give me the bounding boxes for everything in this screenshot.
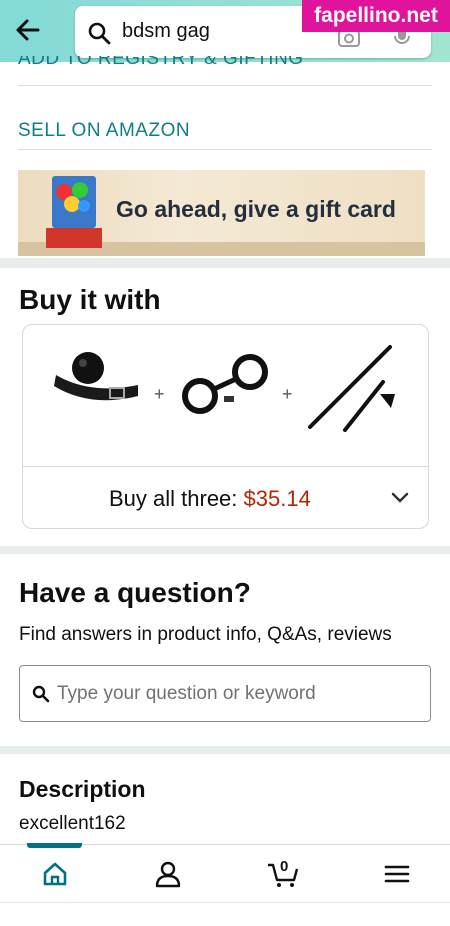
description-title: Description: [19, 776, 146, 802]
question-search-input[interactable]: Type your question or keyword: [19, 665, 431, 722]
divider: [18, 149, 432, 150]
section-separator: [0, 546, 450, 554]
buy-all-label: Buy all three:: [109, 486, 244, 511]
active-tab-indicator: [27, 843, 82, 848]
menu-icon[interactable]: [382, 859, 412, 889]
question-title: Have a question?: [19, 577, 251, 608]
buy-it-with-title: Buy it with: [19, 284, 161, 315]
divider: [18, 85, 432, 86]
card-divider: [23, 466, 428, 467]
plus-sign: +: [282, 384, 293, 404]
registry-link-label: ADD TO REGISTRY & GIFTING: [18, 56, 304, 69]
home-icon[interactable]: [40, 859, 70, 889]
description-text: excellent162: [19, 813, 126, 834]
question-placeholder: Type your question or keyword: [57, 683, 316, 704]
section-separator: [0, 258, 450, 268]
search-icon: [32, 685, 50, 703]
system-nav-strip: [0, 902, 450, 926]
buy-all-three[interactable]: Buy all three: $35.14: [109, 486, 311, 512]
watermark: fapellino.net: [302, 0, 450, 32]
plus-sign: +: [154, 384, 165, 404]
riding-crop-product-image[interactable]: [305, 342, 400, 432]
handcuffs-product-image[interactable]: [178, 354, 273, 419]
question-subtitle: Find answers in product info, Q&As, revi…: [19, 624, 392, 645]
search-icon: [88, 22, 111, 45]
section-separator: [0, 746, 450, 754]
back-arrow-icon[interactable]: [12, 14, 44, 46]
chevron-down-icon[interactable]: [390, 488, 410, 508]
banner-text: Go ahead, give a gift card: [116, 196, 396, 222]
bundle-price: $35.14: [243, 486, 311, 511]
gift-card-banner[interactable]: Go ahead, give a gift card: [18, 170, 425, 256]
ball-gag-product-image[interactable]: [50, 350, 145, 420]
cart-count: 0: [280, 858, 289, 875]
search-query[interactable]: bdsm gag: [122, 20, 210, 43]
sell-on-amazon-link[interactable]: SELL ON AMAZON: [18, 120, 190, 142]
registry-link[interactable]: ADD TO REGISTRY & GIFTING: [18, 56, 304, 78]
gift-card-image: [46, 176, 102, 248]
bottom-nav: [0, 843, 450, 902]
account-icon[interactable]: [153, 859, 183, 889]
